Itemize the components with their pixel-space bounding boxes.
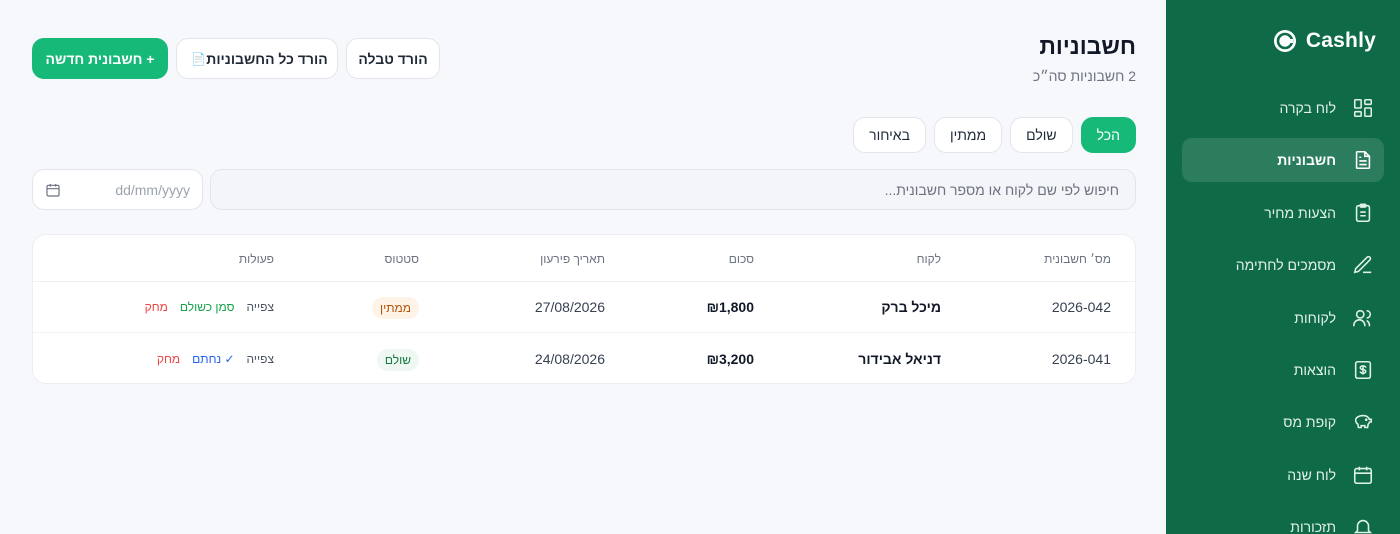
download-all-label: הורד כל החשבוניות xyxy=(206,50,328,67)
brand[interactable]: Cashly xyxy=(1273,26,1376,56)
cashly-logo-icon xyxy=(1273,30,1296,52)
piggy-bank-icon xyxy=(1352,411,1374,433)
sidebar-item-tax-fund[interactable]: קופת מס xyxy=(1182,400,1384,444)
sidebar-item-label: מסמכים לחתימה xyxy=(1235,257,1336,274)
sidebar-item-label: קופת מס xyxy=(1283,414,1336,431)
client-name: דניאל אבידור xyxy=(858,351,941,367)
sidebar-item-expenses[interactable]: הוצאות xyxy=(1182,348,1384,392)
calendar-icon[interactable] xyxy=(45,182,61,198)
status-filter-tabs: הכל שולם ממתין באיחור xyxy=(853,117,1136,153)
invoice-number: 2026-042 xyxy=(1051,299,1111,315)
delete-link[interactable]: מחק xyxy=(157,352,180,366)
invoice-number: 2026-041 xyxy=(1051,351,1111,367)
page-subtitle: 2 חשבוניות סה״כ xyxy=(1032,68,1136,84)
sidebar-item-invoices[interactable]: חשבוניות xyxy=(1182,138,1384,183)
page-title: חשבוניות xyxy=(1039,33,1136,59)
due-date: 24/08/2026 xyxy=(534,351,605,367)
download-all-invoices-button[interactable]: הורד כל החשבוניות 📄 xyxy=(176,38,338,79)
sidebar-nav: לוח בקרה חשבוניות הצעות מחיר מסמכים לחתי… xyxy=(1182,86,1384,534)
calendar-icon xyxy=(1352,464,1374,486)
view-link[interactable]: צפייה xyxy=(247,352,274,366)
sidebar-item-label: לקוחות xyxy=(1294,309,1336,326)
sidebar-item-reminders[interactable]: תזכורות xyxy=(1182,505,1384,534)
filter-tab-all[interactable]: הכל xyxy=(1080,117,1136,153)
sidebar-item-signing-documents[interactable]: מסמכים לחתימה xyxy=(1182,243,1384,287)
table-row[interactable]: 2026-041 דניאל אבידור ₪3,200 24/08/2026 … xyxy=(33,334,1135,383)
client-name: מיכל ברק xyxy=(881,299,941,315)
filter-tab-paid[interactable]: שולם xyxy=(1010,117,1073,153)
sidebar-item-label: הוצאות xyxy=(1293,361,1336,378)
invoices-table: מס׳ חשבונית לקוח סכום תאריך פירעון סטטוס… xyxy=(32,234,1136,384)
status-badge: שולם xyxy=(376,349,419,371)
signed-link[interactable]: ✓ נחתם xyxy=(192,352,234,366)
document-icon xyxy=(1352,149,1374,171)
table-header: מס׳ חשבונית לקוח סכום תאריך פירעון סטטוס… xyxy=(33,235,1135,282)
bell-icon xyxy=(1352,516,1374,534)
sidebar-item-label: חשבוניות xyxy=(1277,152,1336,169)
date-filter-input[interactable]: dd/mm/yyyy xyxy=(32,169,203,210)
invoice-amount: ₪1,800 xyxy=(706,299,754,315)
new-invoice-button[interactable]: + חשבונית חדשה xyxy=(32,38,168,79)
col-header-status: סטטוס xyxy=(384,252,419,266)
sidebar-item-clients[interactable]: לקוחות xyxy=(1182,296,1384,340)
view-link[interactable]: צפייה xyxy=(247,300,274,314)
main-content: חשבוניות 2 חשבוניות סה״כ + חשבונית חדשה … xyxy=(32,0,1136,534)
filter-tab-pending[interactable]: ממתין xyxy=(933,117,1003,153)
search-input[interactable] xyxy=(210,169,1136,210)
sidebar-item-calendar[interactable]: לוח שנה xyxy=(1182,453,1384,497)
table-row[interactable]: 2026-042 מיכל ברק ₪1,800 27/08/2026 ממתי… xyxy=(33,282,1135,333)
status-badge: ממתין xyxy=(371,297,419,319)
mark-as-paid-link[interactable]: סמן כשולם xyxy=(180,300,235,314)
date-placeholder: dd/mm/yyyy xyxy=(115,181,190,198)
row-actions: צפייה סמן כשולם מחק xyxy=(145,300,274,314)
pen-icon xyxy=(1352,254,1374,276)
clipboard-icon xyxy=(1352,202,1374,224)
filter-tab-overdue[interactable]: באיחור xyxy=(853,117,926,153)
invoice-amount: ₪3,200 xyxy=(706,351,754,367)
sidebar-item-label: לוח בקרה xyxy=(1279,100,1336,116)
users-icon xyxy=(1352,307,1374,329)
col-header-amount: סכום xyxy=(728,252,754,266)
delete-link[interactable]: מחק xyxy=(145,300,168,314)
header-actions: + חשבונית חדשה הורד כל החשבוניות 📄 הורד … xyxy=(32,38,440,79)
dashboard-icon xyxy=(1352,97,1374,119)
sidebar: Cashly לוח בקרה חשבוניות הצעות מחיר מסמכ… xyxy=(1166,0,1400,534)
col-header-number: מס׳ חשבונית xyxy=(1044,252,1111,266)
due-date: 27/08/2026 xyxy=(534,299,605,315)
col-header-client: לקוח xyxy=(916,252,941,266)
dollar-receipt-icon xyxy=(1352,359,1374,381)
row-actions: צפייה ✓ נחתם מחק xyxy=(157,352,274,366)
download-table-button[interactable]: הורד טבלה xyxy=(346,38,440,79)
document-icon: 📄 xyxy=(191,51,207,66)
sidebar-item-label: הצעות מחיר xyxy=(1264,204,1336,221)
col-header-actions: פעולות xyxy=(238,252,274,266)
sidebar-item-dashboard[interactable]: לוח בקרה xyxy=(1182,86,1384,130)
sidebar-item-quotes[interactable]: הצעות מחיר xyxy=(1182,191,1384,235)
sidebar-item-label: תזכורות xyxy=(1290,519,1336,534)
brand-name: Cashly xyxy=(1305,29,1376,52)
col-header-due-date: תאריך פירעון xyxy=(540,252,605,266)
sidebar-item-label: לוח שנה xyxy=(1287,466,1336,483)
